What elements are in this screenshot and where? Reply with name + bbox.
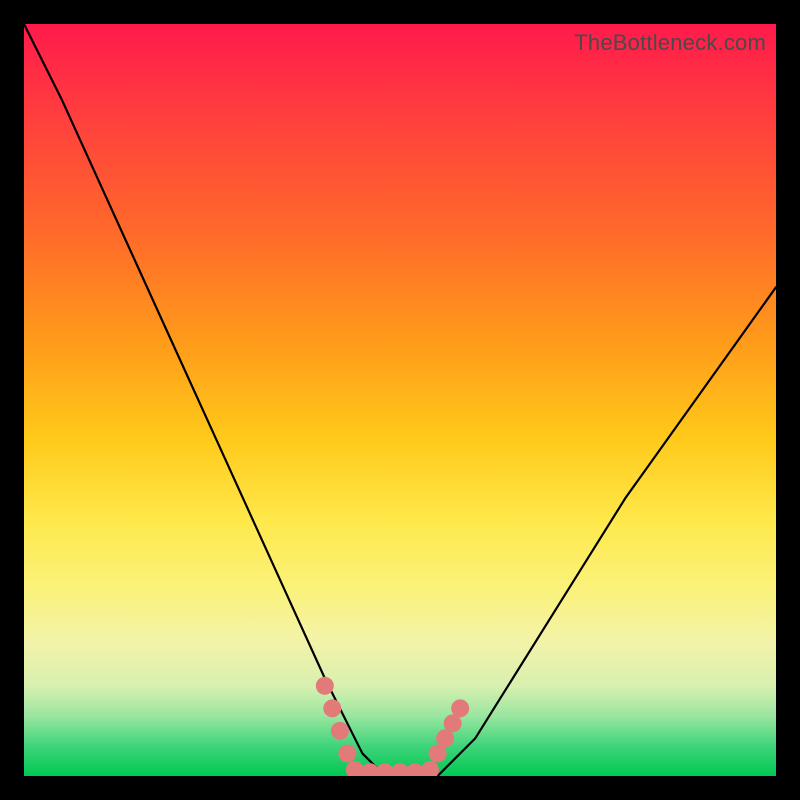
chart-frame: TheBottleneck.com — [0, 0, 800, 800]
marker-dot — [338, 744, 356, 762]
curve-layer — [24, 24, 776, 776]
bottleneck-curve-path — [24, 24, 776, 776]
marker-dot — [421, 761, 439, 776]
marker-dots — [316, 677, 469, 776]
marker-dot — [323, 699, 341, 717]
marker-dot — [316, 677, 334, 695]
marker-dot — [451, 699, 469, 717]
plot-area: TheBottleneck.com — [24, 24, 776, 776]
marker-dot — [331, 722, 349, 740]
